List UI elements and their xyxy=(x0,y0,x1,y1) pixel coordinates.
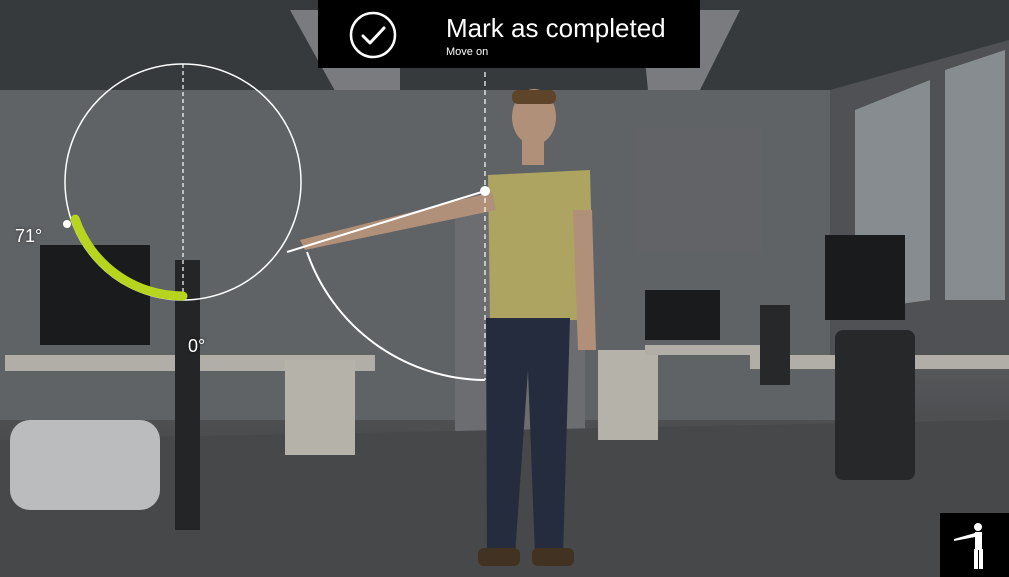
start-angle-label: 0° xyxy=(188,336,206,356)
gauge-arc-cap xyxy=(63,220,71,228)
toast-title: Mark as completed xyxy=(446,13,666,43)
arm-raise-pose-icon xyxy=(954,523,983,569)
mark-completed-button[interactable]: Mark as completed Move on xyxy=(318,0,700,68)
toast-subtitle: Move on xyxy=(446,46,489,58)
check-circle-icon xyxy=(349,11,397,59)
pose-toggle-button[interactable] xyxy=(940,513,1009,577)
shoulder-joint-marker xyxy=(480,186,490,196)
office-scene xyxy=(0,0,1009,577)
camera-feed: 71° 0° Mark as completed Move on xyxy=(0,0,1009,577)
current-angle-label: 71° xyxy=(15,226,43,246)
